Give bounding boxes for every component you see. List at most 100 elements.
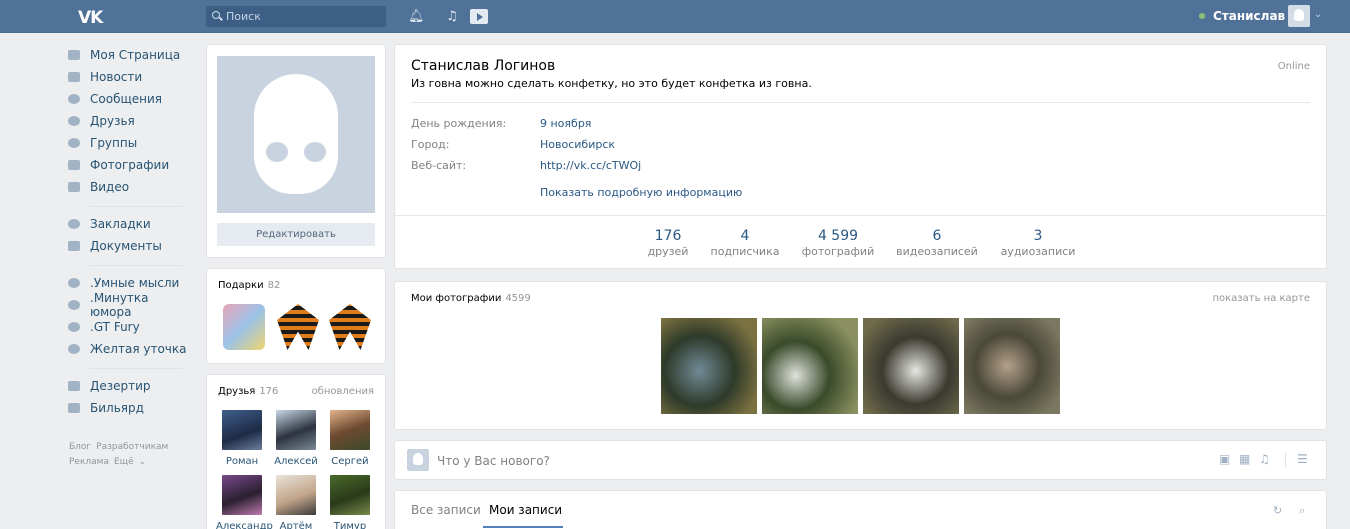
notifications-bell-icon[interactable]: 🔔︎ [408,9,425,25]
counter-label: друзей [647,245,689,258]
sidebar-item-bookmarks[interactable]: Закладки [68,213,188,235]
photos-count: 4599 [505,293,531,304]
gifts-title-label: Подарки [218,280,264,291]
friend-item[interactable]: Тимур [324,475,376,529]
sidebar-item-app[interactable]: Бильярд [68,397,188,419]
photo-thumbnail[interactable] [964,318,1060,414]
sidebar-item-label: Бильярд [90,401,144,415]
sidebar-item-community[interactable]: .GT Fury [68,316,188,338]
friend-item[interactable]: Александр [216,475,273,529]
sidebar-item-photos[interactable]: Фотографии [68,154,188,176]
search-icon[interactable]: ⌕ [1299,504,1311,517]
video-icon[interactable]: ▦ [1239,453,1253,466]
profile-name: Станислав Логинов [411,58,556,74]
sidebar-item-video[interactable]: Видео [68,176,188,198]
friend-photo [330,475,370,515]
sidebar-item-messages[interactable]: Сообщения [68,88,188,110]
divider [90,206,182,207]
photos-title[interactable]: Мои фотографии 4599 [411,293,531,304]
news-icon [68,72,80,82]
camera-icon[interactable]: ▣ [1219,453,1233,466]
profile-status[interactable]: Из говна можно сделать конфетку, но это … [411,77,812,90]
friend-item[interactable]: Артём [270,475,322,529]
profile-avatar[interactable] [217,56,375,213]
counter-friends[interactable]: 176 друзей [641,228,695,258]
sidebar-item-news[interactable]: Новости [68,66,188,88]
show-more-info-link[interactable]: Показать подробную информацию [540,186,742,199]
text-format-icon[interactable]: ☰ [1297,453,1311,466]
skull-icon [254,74,338,194]
footer-link-blog[interactable]: Блог [69,442,91,452]
refresh-icon[interactable]: ↻ [1273,504,1285,517]
counter-photos[interactable]: 4 599 фотографий [799,228,877,258]
counter-videos[interactable]: 6 видеозаписей [893,228,981,258]
sidebar-item-my-page[interactable]: Моя Страница [68,44,188,66]
birthday-value[interactable]: 9 ноября [540,117,591,130]
tab-my-posts[interactable]: Мои записи [489,503,562,517]
sidebar-item-community[interactable]: Желтая уточка [68,338,188,360]
friend-item[interactable]: Роман [216,410,268,467]
friend-photo [276,475,316,515]
header-username[interactable]: Станислав [1213,9,1285,23]
groups-icon [68,138,80,148]
footer-link-more[interactable]: Ещё [114,457,134,467]
search-icon [212,11,220,19]
show-on-map-link[interactable]: показать на карте [1212,293,1310,304]
counter-followers[interactable]: 4 подписчика [707,228,783,258]
friend-name: Алексей [274,456,318,467]
footer-links: Блог Разработчикам Реклама Ещё ⌄ [69,440,189,470]
tab-all-posts[interactable]: Все записи [411,503,481,517]
website-link[interactable]: http://vk.cc/cTWOj [540,159,641,172]
counter-label: подписчика [710,245,780,258]
counter-audio[interactable]: 3 аудиозаписи [997,228,1079,258]
app-grid-icon [68,403,80,413]
city-value[interactable]: Новосибирск [540,138,615,151]
post-avatar [407,449,429,471]
divider [395,215,1326,216]
top-bar: VK 🔔︎ ♫ Станислав ⌄ [0,0,1350,33]
friend-name: Сергей [331,456,369,467]
camera-icon [68,160,80,170]
music-note-icon[interactable]: ♫ [444,9,460,25]
counter-number: 3 [1033,228,1043,244]
sidebar-item-app[interactable]: Дезертир [68,375,188,397]
sidebar-item-label: Моя Страница [90,48,181,62]
document-icon [68,241,80,251]
friends-title[interactable]: Друзья 176 [218,386,278,397]
vk-logo-icon[interactable]: VK [78,8,104,28]
sidebar-item-community[interactable]: .Минутка юмора [68,291,188,319]
chevron-down-icon[interactable]: ⌄ [1314,9,1322,20]
music-note-icon[interactable]: ♫ [1259,453,1273,466]
sidebar-item-groups[interactable]: Группы [68,132,188,154]
friend-item[interactable]: Сергей [324,410,376,467]
friends-updates-link[interactable]: обновления [312,386,374,397]
sidebar-item-label: Видео [90,180,130,194]
avatar-card: Редактировать [206,44,386,258]
sidebar-item-friends[interactable]: Друзья [68,110,188,132]
play-icon[interactable] [470,9,488,24]
sidebar-item-label: Дезертир [90,379,151,393]
sidebar-item-label: .GT Fury [90,320,140,334]
gifts-title[interactable]: Подарки 82 [218,280,280,291]
photo-thumbnail[interactable] [661,318,757,414]
search-box[interactable] [206,6,386,27]
sidebar-item-label: Документы [90,239,162,253]
group-icon [68,322,80,332]
edit-profile-button[interactable]: Редактировать [217,223,375,246]
friend-item[interactable]: Алексей [270,410,322,467]
new-post-input[interactable] [437,451,1037,471]
friends-icon [68,116,80,126]
friend-name: Тимур [333,521,367,529]
header-avatar[interactable] [1288,5,1310,27]
footer-link-ads[interactable]: Реклама [69,457,109,467]
ribbon-gift-icon[interactable] [329,304,371,350]
sidebar-item-documents[interactable]: Документы [68,235,188,257]
gift-box-icon[interactable] [223,304,265,350]
footer-link-developers[interactable]: Разработчикам [96,442,168,452]
search-input[interactable] [226,8,376,24]
photo-thumbnail[interactable] [863,318,959,414]
counter-number: 4 599 [817,228,859,244]
ribbon-gift-icon[interactable] [277,304,319,350]
photo-thumbnail[interactable] [762,318,858,414]
sidebar-item-label: Сообщения [90,92,163,106]
